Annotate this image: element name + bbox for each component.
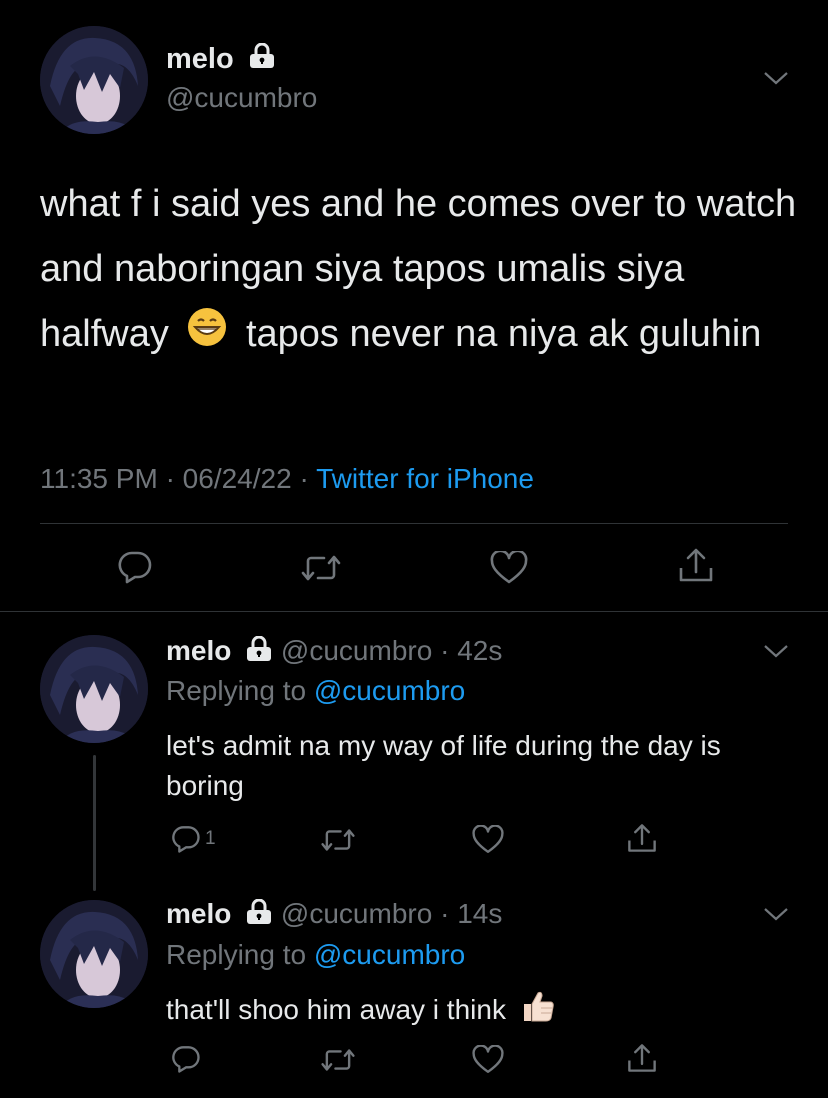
- retweet-icon: [301, 555, 341, 581]
- like-icon: [490, 551, 528, 584]
- tweet-meta: 11:35 PM · 06/24/22 · Twitter for iPhone: [40, 463, 534, 494]
- replying-to: Replying to @cucumbro: [166, 675, 465, 707]
- tweet-date: 06/24/22: [182, 463, 292, 494]
- handle[interactable]: @cucumbro: [166, 82, 317, 114]
- tweet-text: what f i said yes and he comes over to w…: [40, 172, 800, 368]
- display-name[interactable]: melo: [166, 42, 276, 77]
- replying-label: Replying to: [166, 675, 307, 706]
- tweet-time: 11:35 PM: [40, 463, 158, 494]
- handle: @cucumbro: [280, 635, 433, 666]
- reply-icon: [118, 551, 152, 584]
- like-button[interactable]: [490, 551, 528, 585]
- divider: [40, 523, 788, 524]
- reply-header[interactable]: melo @cucumbro · 42s: [166, 635, 502, 669]
- tweet-source-link[interactable]: Twitter for iPhone: [316, 463, 534, 494]
- reply-count: 1: [205, 828, 216, 849]
- reply-age: 42s: [457, 635, 503, 666]
- grin-emoji: [187, 303, 227, 368]
- lock-icon: [248, 42, 276, 77]
- like-button[interactable]: [472, 1045, 504, 1075]
- chevron-down-icon[interactable]: [763, 70, 789, 91]
- avatar[interactable]: [40, 635, 148, 743]
- reply-button[interactable]: 1: [171, 824, 216, 854]
- share-icon: [628, 1044, 656, 1072]
- chevron-down-icon[interactable]: [763, 906, 789, 927]
- avatar[interactable]: [40, 26, 148, 134]
- lock-icon: [245, 635, 273, 669]
- reply-text: that'll shoo him away i think: [166, 988, 796, 1035]
- like-icon: [472, 825, 504, 853]
- like-button[interactable]: [472, 825, 504, 855]
- display-name-text: melo: [166, 43, 234, 75]
- retweet-icon: [321, 829, 355, 851]
- handle: @cucumbro: [280, 898, 433, 929]
- avatar[interactable]: [40, 900, 148, 1008]
- thumbs-up-emoji: [520, 988, 556, 1035]
- display-name-text: melo: [166, 898, 232, 929]
- like-icon: [472, 1045, 504, 1073]
- tweet-text-part2: tapos never na niya ak guluhin: [245, 313, 762, 355]
- retweet-button[interactable]: [320, 1047, 356, 1073]
- chevron-down-icon[interactable]: [763, 643, 789, 664]
- retweet-button[interactable]: [320, 827, 356, 853]
- replying-to: Replying to @cucumbro: [166, 939, 465, 971]
- retweet-icon: [321, 1049, 355, 1071]
- share-button[interactable]: [677, 546, 715, 584]
- share-button[interactable]: [626, 1041, 658, 1075]
- share-button[interactable]: [626, 821, 658, 855]
- reply-button[interactable]: [171, 1044, 201, 1074]
- replying-handle-link[interactable]: @cucumbro: [314, 939, 465, 970]
- display-name-text: melo: [166, 635, 232, 666]
- reply-header[interactable]: melo @cucumbro · 14s: [166, 898, 502, 932]
- share-icon: [628, 824, 656, 852]
- thread-line: [93, 755, 96, 891]
- share-icon: [679, 548, 713, 582]
- reply-text-body: that'll shoo him away i think: [166, 993, 506, 1025]
- reply-text: let's admit na my way of life during the…: [166, 730, 721, 801]
- lock-icon: [245, 898, 273, 932]
- reply-icon: [172, 826, 200, 853]
- reply-icon: [172, 1046, 200, 1073]
- replying-label: Replying to: [166, 939, 307, 970]
- reply-button[interactable]: [117, 550, 153, 584]
- reply-age: 14s: [457, 898, 503, 929]
- retweet-button[interactable]: [300, 553, 342, 583]
- replying-handle-link[interactable]: @cucumbro: [314, 675, 465, 706]
- divider: [0, 611, 828, 612]
